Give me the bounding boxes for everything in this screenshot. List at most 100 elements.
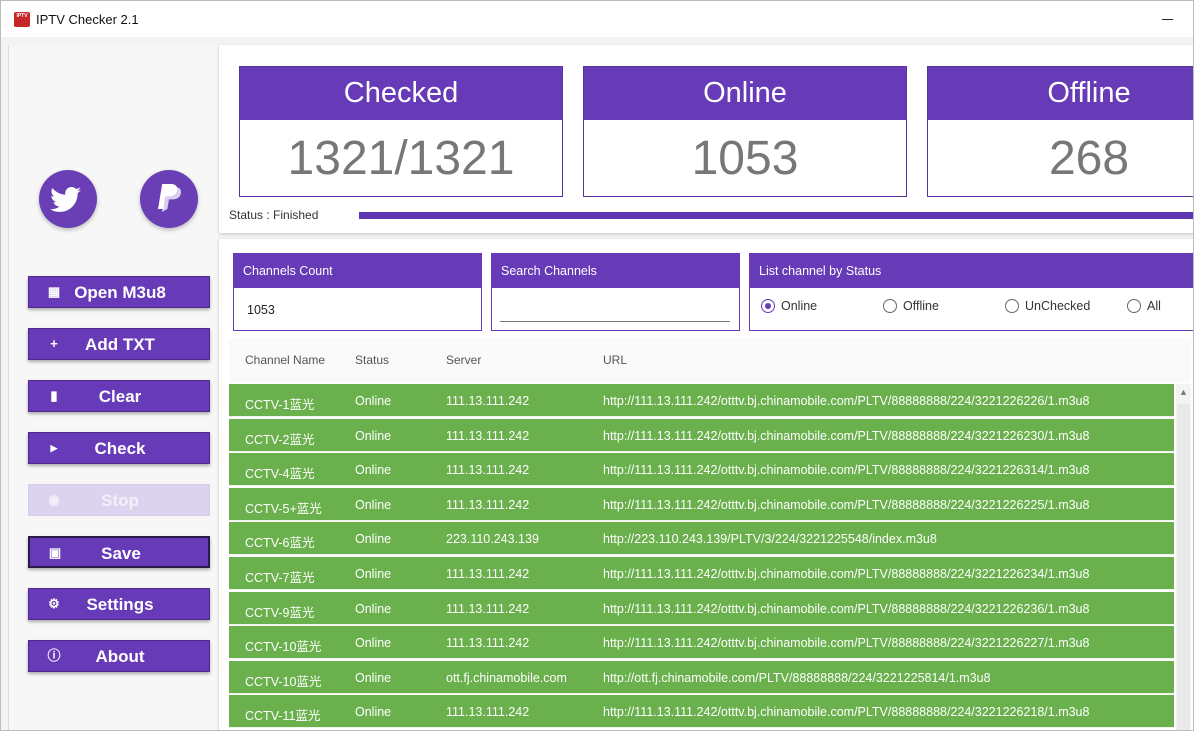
table-row[interactable]: CCTV-5+蓝光 Online 111.13.111.242 http://111.…: [229, 487, 1174, 521]
search-underline: [500, 321, 730, 322]
sidebar: ▦ Open M3u8 + Add TXT ▮ Clear ▶ Check ◉ …: [8, 45, 218, 730]
cell-url: http://223.110.243.139/PLTV/3/224/322122…: [603, 532, 937, 547]
cell-channel-name: CCTV-5+蓝光: [245, 501, 322, 516]
open-m3u8-label: Open M3u8: [74, 283, 166, 302]
table-row[interactable]: CCTV-1蓝光 Online 111.13.111.242 http://111.1…: [229, 384, 1174, 417]
twitter-button[interactable]: [39, 170, 97, 228]
cell-server: 111.13.111.242: [446, 705, 530, 720]
save-button[interactable]: ▣ Save: [28, 536, 210, 568]
cell-server: 111.13.111.242: [446, 567, 530, 581]
cell-url: http://ott.fj.chinamobile.com/PLTV/88888…: [603, 670, 991, 685]
table-header: Channel Name Status Server URL: [229, 339, 1191, 383]
add-txt-label: Add TXT: [85, 335, 155, 354]
cell-url: http://111.13.111.242/otttv.bj.chinamobi…: [603, 567, 1090, 581]
progress-bar: [359, 212, 1193, 219]
channels-count-label: Channels Count: [234, 254, 481, 288]
radio-online-dot: [761, 299, 775, 313]
stats-panel: Checked 1321/1321 Online 1053 Offline 26…: [219, 45, 1193, 233]
twitter-icon: [50, 187, 81, 212]
radio-unchecked-label: UnChecked: [1025, 299, 1091, 313]
paypal-icon: [158, 184, 182, 212]
offline-label: Offline: [928, 67, 1193, 120]
online-label: Online: [584, 67, 906, 120]
cell-status: Online: [355, 532, 392, 547]
radio-unchecked-dot: [1005, 299, 1019, 313]
cell-status: Online: [355, 567, 392, 581]
channels-panel: Channels Count 1053 Search Channels List…: [219, 239, 1193, 730]
col-server[interactable]: Server: [446, 353, 481, 367]
table-row[interactable]: CCTV-7蓝光 Online 111.13.111.242 http://111.1…: [229, 557, 1174, 590]
radio-all-dot: [1127, 299, 1141, 313]
cell-channel-name: CCTV-2蓝光: [245, 432, 315, 447]
table-row[interactable]: CCTV-10蓝光 Online 111.13.111.242 http://111.…: [229, 626, 1174, 660]
col-url[interactable]: URL: [603, 353, 627, 367]
cell-status: Online: [355, 497, 392, 512]
about-button[interactable]: ⓘ About: [28, 640, 210, 672]
cell-status: Online: [355, 601, 392, 616]
cell-channel-name: CCTV-1蓝光: [245, 398, 315, 412]
check-label: Check: [94, 439, 146, 458]
channels-count-card: Channels Count 1053: [233, 253, 482, 331]
cell-status: Online: [355, 705, 392, 720]
window-title: IPTV Checker 2.1: [36, 12, 139, 27]
add-txt-button[interactable]: + Add TXT: [28, 328, 210, 360]
paypal-button[interactable]: [140, 170, 198, 228]
search-input[interactable]: [505, 303, 725, 319]
cell-status: Online: [355, 636, 392, 651]
cell-server: 223.110.243.139: [446, 532, 539, 547]
table-row[interactable]: CCTV-4蓝光 Online 111.13.111.242 http://111.1…: [229, 453, 1174, 487]
table-row[interactable]: CCTV-2蓝光 Online 111.13.111.242 http://111.1…: [229, 418, 1174, 452]
scroll-up-icon[interactable]: ▲: [1179, 387, 1188, 397]
check-button[interactable]: ▶ Check: [28, 432, 210, 464]
settings-button[interactable]: ⚙ Settings: [28, 588, 210, 620]
app-window: IPTV IPTV Checker 2.1 ▦ Open M3u8 + Add …: [0, 0, 1194, 731]
cell-channel-name: CCTV-7蓝光: [245, 571, 315, 585]
col-status[interactable]: Status: [355, 353, 389, 367]
checked-value: 1321/1321: [287, 132, 515, 185]
cell-status: Online: [355, 463, 392, 478]
search-card: Search Channels: [491, 253, 740, 331]
radio-offline-label: Offline: [903, 299, 939, 313]
about-label: About: [95, 647, 145, 666]
cell-url: http://111.13.111.242/otttv.bj.chinamobi…: [603, 601, 1090, 616]
table-row[interactable]: CCTV-10蓝光 Online ott.fj.chinamobile.com htt…: [229, 660, 1174, 694]
table-row[interactable]: CCTV-11蓝光 Online 111.13.111.242 http://111.…: [229, 695, 1174, 729]
clear-button[interactable]: ▮ Clear: [28, 380, 210, 412]
cell-url: http://111.13.111.242/otttv.bj.chinamobi…: [603, 428, 1090, 443]
table-row[interactable]: CCTV-6蓝光 Online 223.110.243.139 http://223.…: [229, 522, 1174, 556]
cell-url: http://111.13.111.242/otttv.bj.chinamobi…: [603, 497, 1090, 512]
radio-online-label: Online: [781, 299, 818, 313]
offline-value: 268: [1048, 132, 1130, 185]
cell-channel-name: CCTV-6蓝光: [245, 536, 315, 551]
clear-label: Clear: [98, 387, 142, 406]
cell-channel-name: CCTV-10蓝光: [245, 674, 322, 689]
cell-server: 111.13.111.242: [446, 394, 530, 408]
minimize-button[interactable]: [1157, 7, 1181, 31]
offline-stat: Offline 268: [927, 66, 1193, 197]
scrollbar-thumb[interactable]: [1177, 404, 1190, 730]
app-logo-icon: IPTV: [14, 12, 30, 27]
title-bar: IPTV IPTV Checker 2.1: [1, 1, 1193, 37]
cell-url: http://111.13.111.242/otttv.bj.chinamobi…: [603, 705, 1090, 720]
cell-server: 111.13.111.242: [446, 463, 530, 478]
radio-offline-dot: [883, 299, 897, 313]
cell-status: Online: [355, 428, 392, 443]
table-row[interactable]: CCTV-9蓝光 Online 111.13.111.242 http://111.1…: [229, 591, 1174, 625]
open-m3u8-button[interactable]: ▦ Open M3u8: [28, 276, 210, 308]
online-value: 1053: [691, 132, 799, 185]
vertical-scrollbar[interactable]: ▲: [1176, 384, 1191, 730]
status-filter-card: List channel by Status Online Offline Un…: [749, 253, 1193, 331]
cell-channel-name: CCTV-10蓝光: [245, 640, 322, 655]
cell-channel-name: CCTV-9蓝光: [245, 605, 315, 620]
cell-url: http://111.13.111.242/otttv.bj.chinamobi…: [603, 394, 1090, 408]
cell-server: 111.13.111.242: [446, 497, 530, 512]
channels-count-value: 1053: [247, 303, 275, 317]
col-channel-name[interactable]: Channel Name: [245, 353, 325, 367]
search-label: Search Channels: [492, 254, 739, 288]
stop-label: Stop: [101, 491, 139, 510]
stop-button[interactable]: ◉ Stop: [28, 484, 210, 516]
status-filter-label: List channel by Status: [750, 254, 1193, 288]
checked-label: Checked: [240, 67, 562, 120]
cell-status: Online: [355, 394, 392, 408]
status-text: Status : Finished: [229, 208, 319, 222]
